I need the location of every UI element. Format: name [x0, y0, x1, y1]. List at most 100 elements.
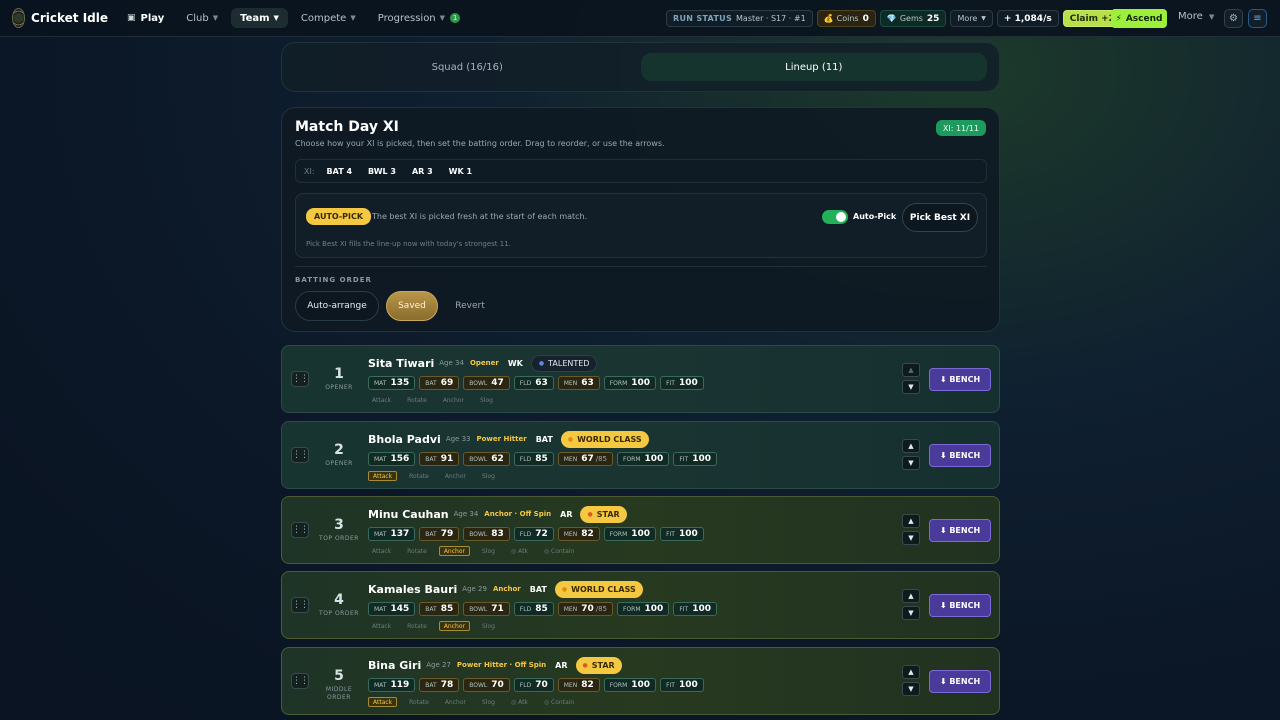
brand-name: Cricket Idle: [31, 11, 108, 25]
stat-bat: BAT 85: [419, 602, 460, 616]
tactic-option[interactable]: Attack: [368, 395, 395, 405]
run-status-pill[interactable]: RUN STATUS Master · S17 · #1: [666, 10, 813, 27]
tactic-option[interactable]: Anchor: [441, 471, 470, 481]
move-down-icon[interactable]: ▼: [902, 682, 920, 696]
move-up-icon[interactable]: ▲: [902, 665, 920, 679]
tactic-option[interactable]: Slog: [478, 697, 499, 707]
drag-handle-icon[interactable]: ⋮⋮: [291, 597, 309, 613]
nav-club[interactable]: Club ▼: [177, 8, 227, 28]
tactic-option[interactable]: Attack: [368, 621, 395, 631]
player-card[interactable]: ⋮⋮ 5 MIDDLE ORDER Bina Giri Age 27 Power…: [281, 647, 1000, 715]
bench-button[interactable]: ⬇ BENCH: [929, 519, 991, 542]
stat-value: 85: [440, 604, 454, 614]
tactic-option[interactable]: Anchor: [441, 697, 470, 707]
tactic-option[interactable]: ◎ Atk: [507, 697, 532, 707]
stat-label: FLD: [519, 530, 532, 538]
tactic-option[interactable]: Rotate: [405, 697, 433, 707]
tactic-option[interactable]: ◎ Contain: [540, 546, 578, 556]
revert-button[interactable]: Revert: [446, 291, 494, 321]
stat-label: BOWL: [469, 455, 488, 463]
tactic-option[interactable]: Rotate: [405, 471, 433, 481]
stat-potential: /85: [595, 455, 607, 463]
player-name[interactable]: Kamales Bauri: [368, 583, 457, 596]
move-down-icon[interactable]: ▼: [902, 531, 920, 545]
stat-value: 156: [390, 454, 410, 464]
bench-button[interactable]: ⬇ BENCH: [929, 594, 991, 617]
stat-label: MAT: [374, 379, 387, 387]
brand[interactable]: Cricket Idle: [12, 8, 108, 28]
player-card[interactable]: ⋮⋮ 2 OPENER Bhola Padvi Age 33 Power Hit…: [281, 421, 1000, 489]
nav-progression[interactable]: Progression ▼ 1: [369, 8, 469, 28]
auto-pick-toggle[interactable]: [822, 210, 848, 224]
tab-squad[interactable]: Squad (16/16): [294, 53, 641, 81]
player-name[interactable]: Bhola Padvi: [368, 433, 441, 446]
gems-pill[interactable]: 💎 Gems 25: [879, 10, 947, 27]
tactic-option[interactable]: Anchor: [439, 395, 468, 405]
stat-label: MEN: [563, 455, 578, 463]
tactic-option[interactable]: Anchor: [438, 621, 470, 631]
move-up-icon[interactable]: ▲: [902, 439, 920, 453]
ascend-button[interactable]: ⚡ Ascend: [1111, 9, 1167, 28]
nav-club-label: Club: [186, 12, 209, 24]
stat-fld: FLD 63: [513, 376, 554, 390]
chevron-down-icon: ▼: [1208, 13, 1215, 21]
move-down-icon[interactable]: ▼: [902, 606, 920, 620]
bench-button[interactable]: ⬇ BENCH: [929, 368, 991, 391]
move-down-icon[interactable]: ▼: [902, 380, 920, 394]
tactic-option[interactable]: Slog: [478, 546, 499, 556]
move-up-icon[interactable]: ▲: [902, 589, 920, 603]
nav-team[interactable]: Team ▼: [231, 8, 288, 28]
player-name[interactable]: Bina Giri: [368, 659, 421, 672]
tactic-option[interactable]: Slog: [478, 471, 499, 481]
player-info: Kamales Bauri Age 29 Anchor BAT WORLD CL…: [368, 580, 721, 631]
player-card[interactable]: ⋮⋮ 3 TOP ORDER Minu Cauhan Age 34 Anchor…: [281, 496, 1000, 564]
move-down-icon[interactable]: ▼: [902, 456, 920, 470]
gear-icon: ⚙: [1229, 13, 1238, 24]
move-up-icon[interactable]: ▲: [902, 514, 920, 528]
bench-button[interactable]: ⬇ BENCH: [929, 670, 991, 693]
drag-handle-icon[interactable]: ⋮⋮: [291, 522, 309, 538]
drag-handle-icon[interactable]: ⋮⋮: [291, 673, 309, 689]
divider: [295, 266, 987, 267]
drag-handle-icon[interactable]: ⋮⋮: [291, 371, 309, 387]
tactic-option[interactable]: Attack: [368, 471, 398, 481]
more-menu-button[interactable]: More ▼: [1178, 11, 1214, 22]
run-status-label: RUN STATUS: [673, 14, 733, 23]
auto-arrange-button[interactable]: Auto-arrange: [295, 291, 379, 321]
tactic-option[interactable]: Slog: [476, 395, 497, 405]
income-rate: + 1,084/s: [1003, 13, 1052, 24]
pick-best-xi-button[interactable]: Pick Best XI: [902, 203, 978, 232]
tactic-option[interactable]: Attack: [368, 546, 395, 556]
stat-fit: FIT 100: [660, 678, 704, 692]
move-up-icon[interactable]: ▲: [902, 363, 920, 377]
tactic-option[interactable]: Rotate: [403, 621, 431, 631]
tactic-option[interactable]: Anchor: [438, 546, 470, 556]
tactic-option[interactable]: ◎ Atk: [507, 546, 532, 556]
drag-handle-icon[interactable]: ⋮⋮: [291, 447, 309, 463]
bench-button[interactable]: ⬇ BENCH: [929, 444, 991, 467]
stat-men: MEN 82: [557, 678, 600, 692]
tab-lineup[interactable]: Lineup (11): [640, 53, 987, 81]
tactic-option[interactable]: Rotate: [403, 395, 431, 405]
stat-mat: MAT 156: [368, 452, 416, 466]
stat-row: MAT 135 BAT 69 BOWL 47 FLD 63 MEN 63 FOR…: [368, 376, 708, 390]
batting-position: 5 MIDDLE ORDER: [318, 668, 360, 702]
xi-chip-bwl: BWL 3: [368, 166, 396, 176]
stat-mat: MAT 137: [368, 527, 416, 541]
nav-compete[interactable]: Compete ▼: [292, 8, 365, 28]
saved-button[interactable]: Saved: [386, 291, 438, 321]
player-name[interactable]: Sita Tiwari: [368, 357, 434, 370]
player-name[interactable]: Minu Cauhan: [368, 508, 449, 521]
menu-button[interactable]: ≡: [1248, 9, 1267, 28]
tactic-option[interactable]: Attack: [368, 697, 398, 707]
stat-label: FIT: [666, 530, 675, 538]
coins-pill[interactable]: 💰 Coins 0: [816, 10, 876, 27]
player-card[interactable]: ⋮⋮ 4 TOP ORDER Kamales Bauri Age 29 Anch…: [281, 571, 1000, 639]
tactic-option[interactable]: ◎ Contain: [540, 697, 578, 707]
player-card[interactable]: ⋮⋮ 1 OPENER Sita Tiwari Age 34 Opener WK…: [281, 345, 1000, 413]
settings-button[interactable]: ⚙: [1224, 9, 1243, 28]
more-status-button[interactable]: More ▼: [950, 10, 993, 27]
nav-play[interactable]: ▣ Play: [118, 8, 173, 28]
tactic-option[interactable]: Slog: [478, 621, 499, 631]
tactic-option[interactable]: Rotate: [403, 546, 431, 556]
